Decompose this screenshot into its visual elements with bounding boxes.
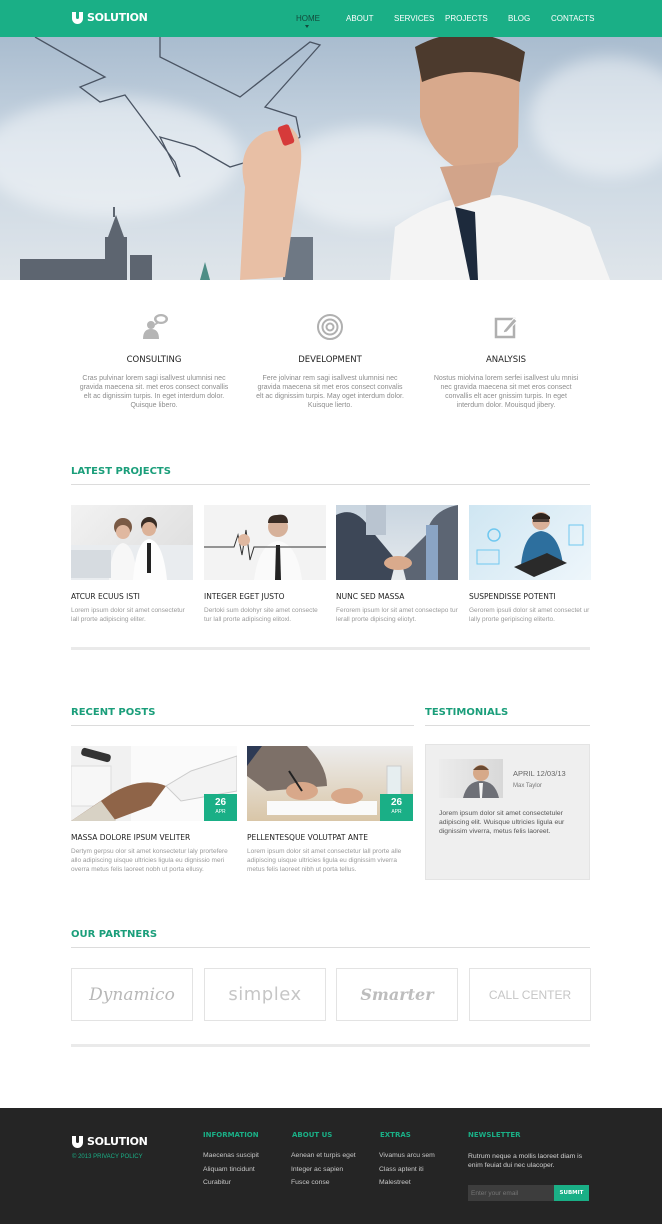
project-card[interactable]: INTEGER EGET JUSTO Dertoki sum dolohyr s… — [204, 505, 326, 624]
partner-logo-call-center[interactable]: CALL CENTER — [469, 968, 591, 1021]
nav-contacts[interactable]: CONTACTS — [551, 14, 594, 23]
footer-about-title: ABOUT US — [292, 1131, 333, 1139]
project-thumbnail[interactable] — [204, 505, 326, 580]
divider — [425, 725, 590, 726]
footer-link[interactable]: Maecenas suscipit — [203, 1152, 259, 1159]
consulting-person-speech-icon — [143, 314, 168, 339]
newsletter-text: Rutrum neque a mollis laoreet diam is en… — [468, 1153, 583, 1169]
divider — [71, 484, 590, 485]
post-month: APR — [391, 809, 402, 815]
feature-title: CONSULTING — [126, 355, 182, 365]
project-thumbnail[interactable] — [336, 505, 458, 580]
nav-projects[interactable]: PROJECTS — [445, 14, 488, 23]
logo-icon — [72, 1135, 83, 1148]
project-title[interactable]: SUSPENDISSE POTENTI — [469, 592, 591, 601]
post-text: Lorem ipsum dolor sit amet consectetur l… — [247, 848, 402, 873]
section-divider — [71, 647, 590, 650]
feature-analysis: ANALYSIS Nostus miolvina lorem serfei is… — [431, 312, 581, 410]
post-title[interactable]: PELLENTESQUE VOLUTPAT ANTE — [247, 833, 413, 842]
footer-logo[interactable]: SOLUTION — [72, 1135, 148, 1148]
privacy-policy-link[interactable]: © 2013 PRIVACY POLICY — [72, 1154, 143, 1160]
footer: SOLUTION © 2013 PRIVACY POLICY INFORMATI… — [0, 1108, 662, 1224]
project-card[interactable]: ATCUR ECUUS ISTI Lorem ipsum dolor sit a… — [71, 505, 193, 624]
section-divider — [71, 1044, 590, 1047]
footer-link[interactable]: Fusce conse — [291, 1179, 330, 1186]
partner-logo-dynamico[interactable]: Dynamico — [71, 968, 193, 1021]
project-text: Gerorem ipsuli dolor sit amet consectet … — [469, 607, 590, 623]
feature-title: ANALYSIS — [485, 355, 527, 365]
post-card[interactable]: 26 APR PELLENTESQUE VOLUTPAT ANTE Lorem … — [247, 746, 413, 874]
partners-title: OUR PARTNERS — [71, 929, 158, 940]
project-thumbnail[interactable] — [469, 505, 591, 580]
feature-development: DEVELOPMENT Fere jolvinar rem sagi isall… — [255, 312, 405, 410]
post-day: 26 — [390, 797, 403, 808]
feature-text: Nostus miolvina lorem serfei isallvest u… — [433, 375, 579, 409]
post-date-badge: 26 APR — [204, 794, 237, 821]
header: SOLUTION HOME ABOUT SERVICES PROJECTS BL… — [0, 0, 662, 37]
footer-link[interactable]: Malestreet — [379, 1179, 411, 1186]
testimonial-card: APRIL 12/03/13 Max Taylor Jorem ipsum do… — [425, 744, 590, 880]
post-card[interactable]: 26 APR MASSA DOLORE IPSUM VELITER Dertym… — [71, 746, 237, 874]
project-text: Dertoki sum dolohyr site amet consecte t… — [204, 607, 318, 623]
project-text: Ferorem ipsum lor sit amet consectepo tu… — [336, 607, 458, 623]
footer-extras-title: EXTRAS — [380, 1131, 411, 1139]
post-text: Dertym gerpsu olor sit amet konsectetur … — [71, 848, 228, 873]
project-title[interactable]: ATCUR ECUUS ISTI — [71, 592, 193, 601]
nav-blog[interactable]: BLOG — [508, 14, 530, 23]
footer-link[interactable]: Integer ac sapien — [291, 1166, 343, 1173]
testimonial-author: Max Taylor — [513, 783, 542, 789]
testimonial-avatar — [439, 759, 503, 798]
divider — [71, 947, 590, 948]
post-thumbnail[interactable]: 26 APR — [71, 746, 237, 821]
newsletter-title: NEWSLETTER — [468, 1131, 521, 1139]
feature-text: Fere jolvinar rem sagi isallvest ulumnis… — [256, 375, 404, 409]
project-text: Lorem ipsum dolor sit amet consectetur l… — [71, 607, 185, 623]
post-day: 26 — [214, 797, 227, 808]
testimonials-title: TESTIMONIALS — [425, 707, 509, 718]
latest-projects-title: LATEST PROJECTS — [71, 466, 171, 477]
footer-link[interactable]: Aliquam tincidunt — [203, 1166, 255, 1173]
footer-link[interactable]: Class aptent iti — [379, 1166, 424, 1173]
feature-title: DEVELOPMENT — [298, 355, 362, 365]
project-title[interactable]: NUNC SED MASSA — [336, 592, 458, 601]
target-icon — [317, 314, 343, 340]
edit-note-icon — [494, 317, 518, 339]
divider — [71, 725, 414, 726]
project-title[interactable]: INTEGER EGET JUSTO — [204, 592, 326, 601]
nav-home[interactable]: HOME — [296, 14, 320, 23]
post-month: APR — [215, 809, 226, 815]
post-date-badge: 26 APR — [380, 794, 413, 821]
project-card[interactable]: SUSPENDISSE POTENTI Gerorem ipsuli dolor… — [469, 505, 591, 624]
footer-link[interactable]: Aenean et turpis eget — [291, 1152, 356, 1159]
footer-link[interactable]: Curabitur — [203, 1179, 231, 1186]
feature-consulting: CONSULTING Cras pulvinar lorem sagi isal… — [79, 312, 229, 410]
partner-logo-smarter[interactable]: Smarter — [336, 968, 458, 1021]
partner-logo-simplex[interactable]: simplex — [204, 968, 326, 1021]
footer-link[interactable]: Vivamus arcu sem — [379, 1152, 435, 1159]
post-title[interactable]: MASSA DOLORE IPSUM VELITER — [71, 833, 237, 842]
nav-services[interactable]: SERVICES — [394, 14, 434, 23]
feature-text: Cras pulvinar lorem sagi isallvest ulumn… — [79, 375, 229, 409]
active-indicator-icon — [305, 25, 309, 28]
project-thumbnail[interactable] — [71, 505, 193, 580]
testimonial-date: APRIL 12/03/13 — [513, 769, 566, 778]
newsletter-email-input[interactable] — [468, 1185, 554, 1201]
testimonial-text: Jorem ipsum dolor sit amet consectetuler… — [439, 810, 565, 835]
hero-banner — [0, 37, 662, 280]
post-thumbnail[interactable]: 26 APR — [247, 746, 413, 821]
project-card[interactable]: NUNC SED MASSA Ferorem ipsum lor sit ame… — [336, 505, 458, 624]
nav-about[interactable]: ABOUT — [346, 14, 374, 23]
newsletter-submit-button[interactable]: SUBMIT — [554, 1185, 589, 1201]
recent-posts-title: RECENT POSTS — [71, 707, 156, 718]
hero-illustration — [20, 37, 610, 280]
footer-information-title: INFORMATION — [203, 1131, 259, 1139]
footer-brand-name: SOLUTION — [87, 1135, 148, 1148]
main-nav: HOME ABOUT SERVICES PROJECTS BLOG CONTAC… — [0, 14, 662, 34]
